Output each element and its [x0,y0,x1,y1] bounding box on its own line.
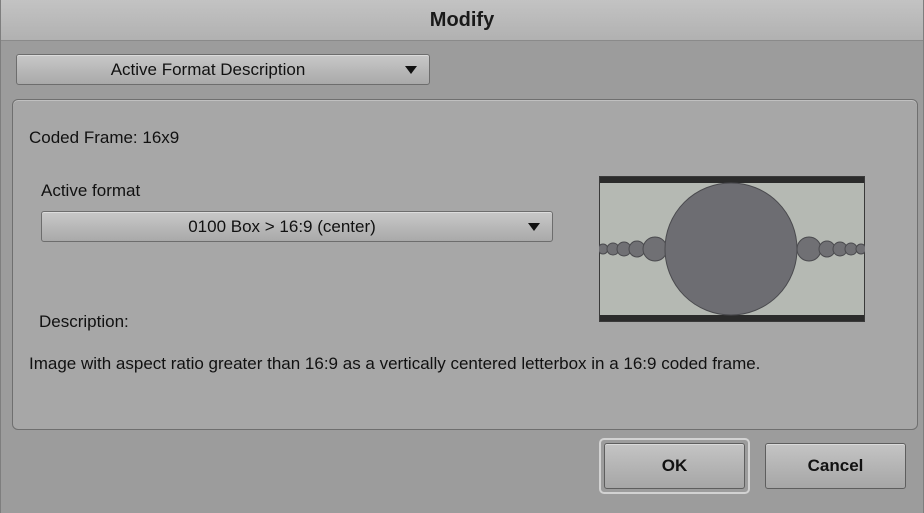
modify-dialog: Modify Active Format Description Coded F… [0,0,924,513]
ok-button[interactable]: OK [604,443,745,489]
active-format-dropdown[interactable]: 0100 Box > 16:9 (center) [41,211,553,242]
cancel-button[interactable]: Cancel [765,443,906,489]
mode-select-dropdown[interactable]: Active Format Description [16,54,430,85]
description-text: Image with aspect ratio greater than 16:… [29,354,761,373]
active-format-label: Active format [41,181,141,200]
description-label: Description: [39,312,129,331]
chevron-down-icon [528,222,540,231]
coded-frame-label: Coded Frame: 16x9 [29,128,180,147]
dialog-title: Modify [1,0,923,41]
mode-select-value: Active Format Description [110,59,306,79]
chevron-down-icon [405,65,417,74]
active-format-value: 0100 Box > 16:9 (center) [188,216,376,236]
letterbox-preview-image [599,176,865,322]
